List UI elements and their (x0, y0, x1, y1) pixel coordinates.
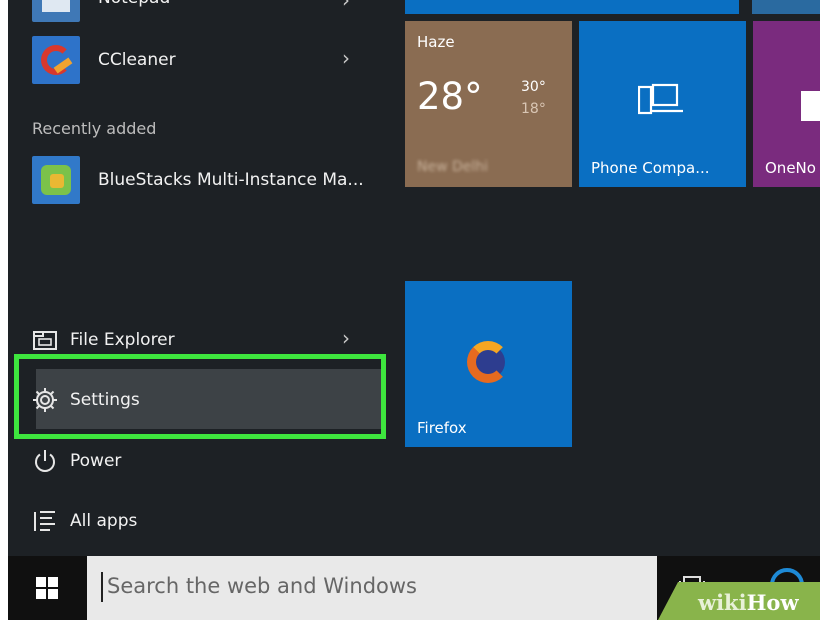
start-menu: Notepad › CCleaner › Recently added Blue… (8, 0, 820, 556)
power-icon (35, 450, 55, 472)
app-item-notepad[interactable]: Notepad (32, 0, 170, 22)
tile-phone-companion[interactable]: Phone Compa... (579, 21, 746, 187)
recently-added-heading: Recently added (32, 119, 157, 138)
windows-logo-icon (36, 577, 58, 599)
menu-item-all-apps[interactable]: All apps (32, 501, 137, 541)
tile-weather[interactable]: Haze 28° 30° 18° New Delhi (405, 21, 572, 187)
tile-label-firefox: Firefox (417, 419, 467, 437)
app-label-bluestacks: BlueStacks Multi-Instance Ma... (98, 170, 364, 190)
weather-condition: Haze (417, 33, 455, 51)
weather-low: 18° (521, 101, 546, 117)
app-item-bluestacks[interactable]: BlueStacks Multi-Instance Ma... (32, 156, 364, 204)
weather-temperature: 28° (417, 75, 483, 118)
bluestacks-icon (32, 156, 80, 204)
wikihow-how: How (746, 590, 799, 615)
tile-onenote[interactable]: OneNo (753, 21, 820, 187)
wikihow-watermark: wikiHow (658, 582, 820, 620)
tile-label-onenote: OneNo (765, 159, 816, 177)
chevron-right-icon[interactable]: › (342, 326, 350, 350)
search-placeholder: Search the web and Windows (107, 574, 417, 598)
text-cursor (101, 572, 103, 602)
start-button[interactable] (8, 556, 87, 620)
wikihow-wiki: wiki (698, 590, 747, 615)
all-apps-icon (34, 511, 55, 531)
tile-label-phone-companion: Phone Compa... (591, 159, 710, 177)
firefox-icon (467, 341, 509, 383)
tile-top-right[interactable] (752, 0, 820, 14)
weather-high: 30° (521, 79, 546, 95)
search-box[interactable]: Search the web and Windows (87, 556, 657, 620)
file-explorer-label: File Explorer (70, 330, 175, 350)
chevron-right-icon[interactable]: › (342, 0, 350, 12)
app-label-ccleaner: CCleaner (98, 50, 176, 70)
screen: Notepad › CCleaner › Recently added Blue… (0, 0, 820, 620)
onenote-icon (801, 91, 820, 121)
app-item-ccleaner[interactable]: CCleaner (32, 36, 176, 84)
ccleaner-icon (32, 36, 80, 84)
menu-item-power[interactable]: Power (32, 441, 121, 481)
power-label: Power (70, 451, 122, 471)
tile-firefox[interactable]: Firefox (405, 281, 572, 447)
phone-companion-icon (638, 83, 683, 115)
settings-highlight-frame (14, 354, 386, 439)
notepad-icon (32, 0, 80, 22)
app-label-notepad: Notepad (98, 0, 170, 8)
all-apps-label: All apps (70, 511, 138, 531)
wikihow-logo: wikiHow (698, 590, 799, 615)
file-explorer-icon (33, 331, 57, 350)
chevron-right-icon[interactable]: › (342, 46, 350, 70)
weather-location: New Delhi (417, 159, 489, 175)
tile-top-blue[interactable] (405, 0, 739, 14)
